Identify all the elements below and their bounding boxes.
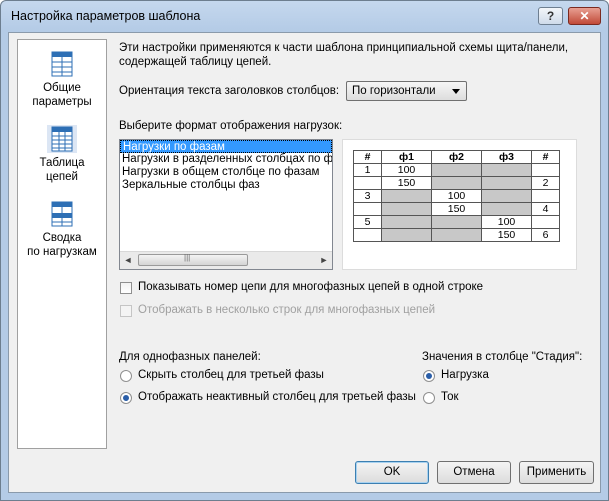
intro-text-line1: Эти настройки применяются к части шаблон… <box>119 42 569 54</box>
nav-circuit-label2: цепей <box>46 171 78 183</box>
grip-icon: ||| <box>184 253 191 262</box>
preview-cell <box>481 176 532 190</box>
load-format-listbox[interactable]: Нагрузки по фазам Нагрузки в разделенных… <box>119 139 333 270</box>
preview-cell: 4 <box>531 202 560 216</box>
show-inactive-third-phase-radio[interactable] <box>120 392 132 404</box>
list-item[interactable]: Нагрузки по фазам <box>120 140 332 153</box>
preview-cell: 100 <box>381 163 432 177</box>
preview-cell <box>531 215 560 229</box>
preview-cell <box>381 215 432 229</box>
orientation-value: По горизонтали <box>352 85 436 97</box>
nav-circuit-label1: Таблица <box>39 157 85 169</box>
scroll-left-icon[interactable]: ◄ <box>120 252 136 268</box>
preview-cell: 1 <box>353 163 382 177</box>
preview-cell: 100 <box>431 189 482 203</box>
close-button[interactable]: ✕ <box>568 7 601 25</box>
preview-cell <box>381 189 432 203</box>
preview-cell <box>381 228 432 242</box>
preview-cell <box>381 202 432 216</box>
load-format-label: Выберите формат отображения нагрузок: <box>119 120 343 132</box>
show-circuit-label: Показывать номер цепи для многофазных це… <box>138 281 484 293</box>
preview-header: ф1 <box>381 150 432 164</box>
intro-text-line2: содержащей таблицу цепей. <box>119 56 272 68</box>
preview-cell <box>481 163 532 177</box>
multi-rows-label: Отображать в несколько строк для многофа… <box>138 304 436 316</box>
preview-cell <box>431 215 482 229</box>
summary-table-icon <box>51 201 73 227</box>
preview-cell: 150 <box>431 202 482 216</box>
scroll-right-icon[interactable]: ► <box>316 252 332 268</box>
preview-cell: 150 <box>481 228 532 242</box>
show-inactive-third-phase-label: Отображать неактивный столбец для третье… <box>138 391 416 403</box>
multi-rows-checkbox[interactable] <box>120 305 132 317</box>
preview-cell: 2 <box>531 176 560 190</box>
cancel-button[interactable]: Отмена <box>437 461 511 484</box>
window-title: Настройка параметров шаблона <box>11 9 201 23</box>
preview-cell <box>531 189 560 203</box>
nav-circuit-table[interactable]: Таблица цепей <box>18 125 106 184</box>
format-preview: # ф1 ф2 ф3 # 1 100 150 2 3 100 150 4 5 1… <box>342 139 577 270</box>
show-circuit-checkbox[interactable] <box>120 282 132 294</box>
preview-cell: 6 <box>531 228 560 242</box>
preview-cell <box>353 202 382 216</box>
current-radio-label: Ток <box>441 391 459 403</box>
list-item[interactable]: Нагрузки в общем столбце по фазам <box>120 166 332 179</box>
dialog-client: Общие параметры Таблица цепей Сводка по … <box>8 32 601 493</box>
ok-button[interactable]: OK <box>355 461 429 484</box>
preview-cell: 3 <box>353 189 382 203</box>
grid-icon <box>51 51 73 77</box>
nav-load-summary[interactable]: Сводка по нагрузкам <box>18 200 106 259</box>
preview-header: ф2 <box>431 150 482 164</box>
current-radio[interactable] <box>423 392 435 404</box>
preview-cell <box>431 176 482 190</box>
title-bar[interactable]: Настройка параметров шаблона ? ✕ <box>1 1 608 31</box>
scroll-thumb[interactable]: ||| <box>138 253 248 266</box>
preview-cell <box>531 163 560 177</box>
orientation-label: Ориентация текста заголовков столбцов: <box>119 85 340 97</box>
list-item[interactable]: Зеркальные столбцы фаз <box>120 179 332 192</box>
nav-general-label1: Общие <box>43 82 81 94</box>
nav-general-label2: параметры <box>32 96 92 108</box>
preview-header: # <box>531 150 560 164</box>
hide-third-phase-label: Скрыть столбец для третьей фазы <box>138 369 324 381</box>
nav-general[interactable]: Общие параметры <box>18 50 106 109</box>
load-radio[interactable] <box>423 370 435 382</box>
nav-summary-label1: Сводка <box>42 232 82 244</box>
single-phase-label: Для однофазных панелей: <box>119 351 261 363</box>
preview-cell: 100 <box>481 215 532 229</box>
preview-cell: 150 <box>381 176 432 190</box>
nav-summary-label2: по нагрузкам <box>27 246 97 258</box>
preview-header: # <box>353 150 382 164</box>
settings-panel: Эти настройки применяются к части шаблон… <box>119 33 599 493</box>
preview-cell <box>353 228 382 242</box>
preview-cell <box>481 189 532 203</box>
preview-header: ф3 <box>481 150 532 164</box>
preview-cell <box>481 202 532 216</box>
preview-cell <box>431 163 482 177</box>
load-radio-label: Нагрузка <box>441 369 489 381</box>
hide-third-phase-radio[interactable] <box>120 370 132 382</box>
dialog-window: Настройка параметров шаблона ? ✕ Общие п… <box>0 0 609 501</box>
preview-cell <box>431 228 482 242</box>
preview-cell: 5 <box>353 215 382 229</box>
dropdown-arrow-icon <box>452 89 460 94</box>
apply-button[interactable]: Применить <box>519 461 594 484</box>
preview-table: # ф1 ф2 ф3 # 1 100 150 2 3 100 150 4 5 1… <box>353 150 560 242</box>
preview-cell <box>353 176 382 190</box>
orientation-select[interactable]: По горизонтали <box>346 81 467 101</box>
table-icon <box>47 125 77 153</box>
list-item[interactable]: Нагрузки в разделенных столбцах по фаз <box>120 153 332 166</box>
category-nav: Общие параметры Таблица цепей Сводка по … <box>17 39 107 449</box>
help-button[interactable]: ? <box>538 7 563 25</box>
horizontal-scrollbar[interactable]: ◄ ||| ► <box>120 251 332 269</box>
stage-label: Значения в столбце "Стадия": <box>422 351 583 363</box>
